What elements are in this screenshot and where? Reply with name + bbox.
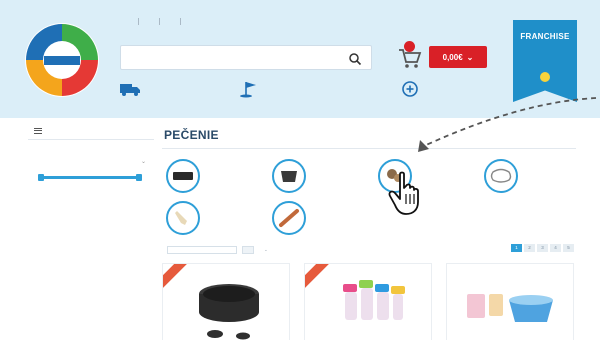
- baking-molds-icon: [387, 169, 402, 182]
- franchise-title: FRANCHISE: [520, 32, 570, 41]
- page-button[interactable]: 3: [537, 244, 548, 252]
- subcategory-item[interactable]: [272, 198, 372, 238]
- springform-pan-image: [199, 284, 259, 340]
- page-button[interactable]: 2: [524, 244, 535, 252]
- chevron-down-icon: ⌄: [466, 52, 474, 62]
- product-card[interactable]: [304, 263, 432, 340]
- info-personal-pickup[interactable]: [238, 80, 348, 110]
- cookie-cutter-icon: [490, 168, 512, 183]
- plus-circle-icon: [402, 81, 418, 97]
- show-toggle-icon[interactable]: ⌄: [264, 247, 268, 253]
- divider: [138, 17, 139, 25]
- price-min-handle[interactable]: [38, 174, 44, 181]
- sort-select[interactable]: [167, 246, 237, 254]
- cart-count-badge: [404, 41, 415, 52]
- sidebar-header[interactable]: [28, 122, 154, 140]
- subcategory-item[interactable]: [166, 198, 266, 238]
- franchise-dot: [540, 72, 550, 82]
- subcategory-thumb: [378, 159, 412, 193]
- brand-logo[interactable]: [24, 22, 100, 98]
- menu-icon: [34, 127, 42, 134]
- search-box[interactable]: [120, 45, 372, 70]
- page-button[interactable]: 4: [550, 244, 561, 252]
- divider: [180, 17, 181, 25]
- page-title: PEČENIE: [164, 128, 219, 142]
- category-sidebar: ⌄: [28, 122, 154, 340]
- main-area: ⌄ PEČENIE ⌄ 1 2 3 4 5: [0, 118, 600, 340]
- search-input[interactable]: [133, 54, 333, 60]
- chevron-down-icon[interactable]: ⌄: [141, 158, 146, 165]
- divider: [159, 17, 160, 25]
- franchise-banner[interactable]: FRANCHISE: [513, 20, 577, 102]
- subcategory-thumb: [484, 159, 518, 193]
- page-frame: 0,00€ ⌄ FRANCHISE ⌄ PEČENIE ⌄ 1 2 3 4 5: [0, 0, 600, 340]
- product-card[interactable]: [162, 263, 290, 340]
- popsicle-molds-image: [343, 280, 405, 320]
- price-max-handle[interactable]: [136, 174, 142, 181]
- cart-total-button[interactable]: 0,00€ ⌄: [429, 46, 487, 68]
- price-range-slider[interactable]: [38, 174, 142, 181]
- subcategory-item[interactable]: [166, 156, 266, 196]
- decorating-tool-icon: [175, 211, 187, 225]
- loaf-pan-icon: [281, 171, 297, 182]
- truck-icon: [120, 84, 140, 96]
- subcategory-item[interactable]: [484, 156, 584, 196]
- subcategory-thumb: [166, 201, 200, 235]
- rolling-pin-icon: [279, 209, 299, 227]
- subcategory-item[interactable]: [378, 156, 478, 196]
- baking-tray-icon: [173, 172, 193, 180]
- category-content: PEČENIE ⌄ 1 2 3 4 5: [162, 122, 576, 340]
- view-toggle[interactable]: [242, 246, 254, 254]
- product-card[interactable]: [446, 263, 574, 340]
- subcategory-thumb: [272, 201, 306, 235]
- price-range-fill: [38, 176, 142, 179]
- page-button[interactable]: 5: [563, 244, 574, 252]
- subcategory-item[interactable]: [272, 156, 372, 196]
- flag-icon: [240, 82, 256, 98]
- silicone-cups-image: [467, 294, 553, 322]
- search-icon[interactable]: [348, 52, 362, 66]
- subcategory-thumb: [166, 159, 200, 193]
- product-grid: [162, 263, 576, 340]
- cart-total: 0,00€: [442, 52, 463, 62]
- pagination: 1 2 3 4 5: [511, 244, 574, 252]
- divider: [162, 148, 576, 149]
- info-delivery[interactable]: [118, 80, 228, 110]
- info-representative[interactable]: [398, 80, 508, 110]
- page-button[interactable]: 1: [511, 244, 522, 252]
- top-nav: [128, 12, 191, 30]
- subcategory-thumb: [272, 159, 306, 193]
